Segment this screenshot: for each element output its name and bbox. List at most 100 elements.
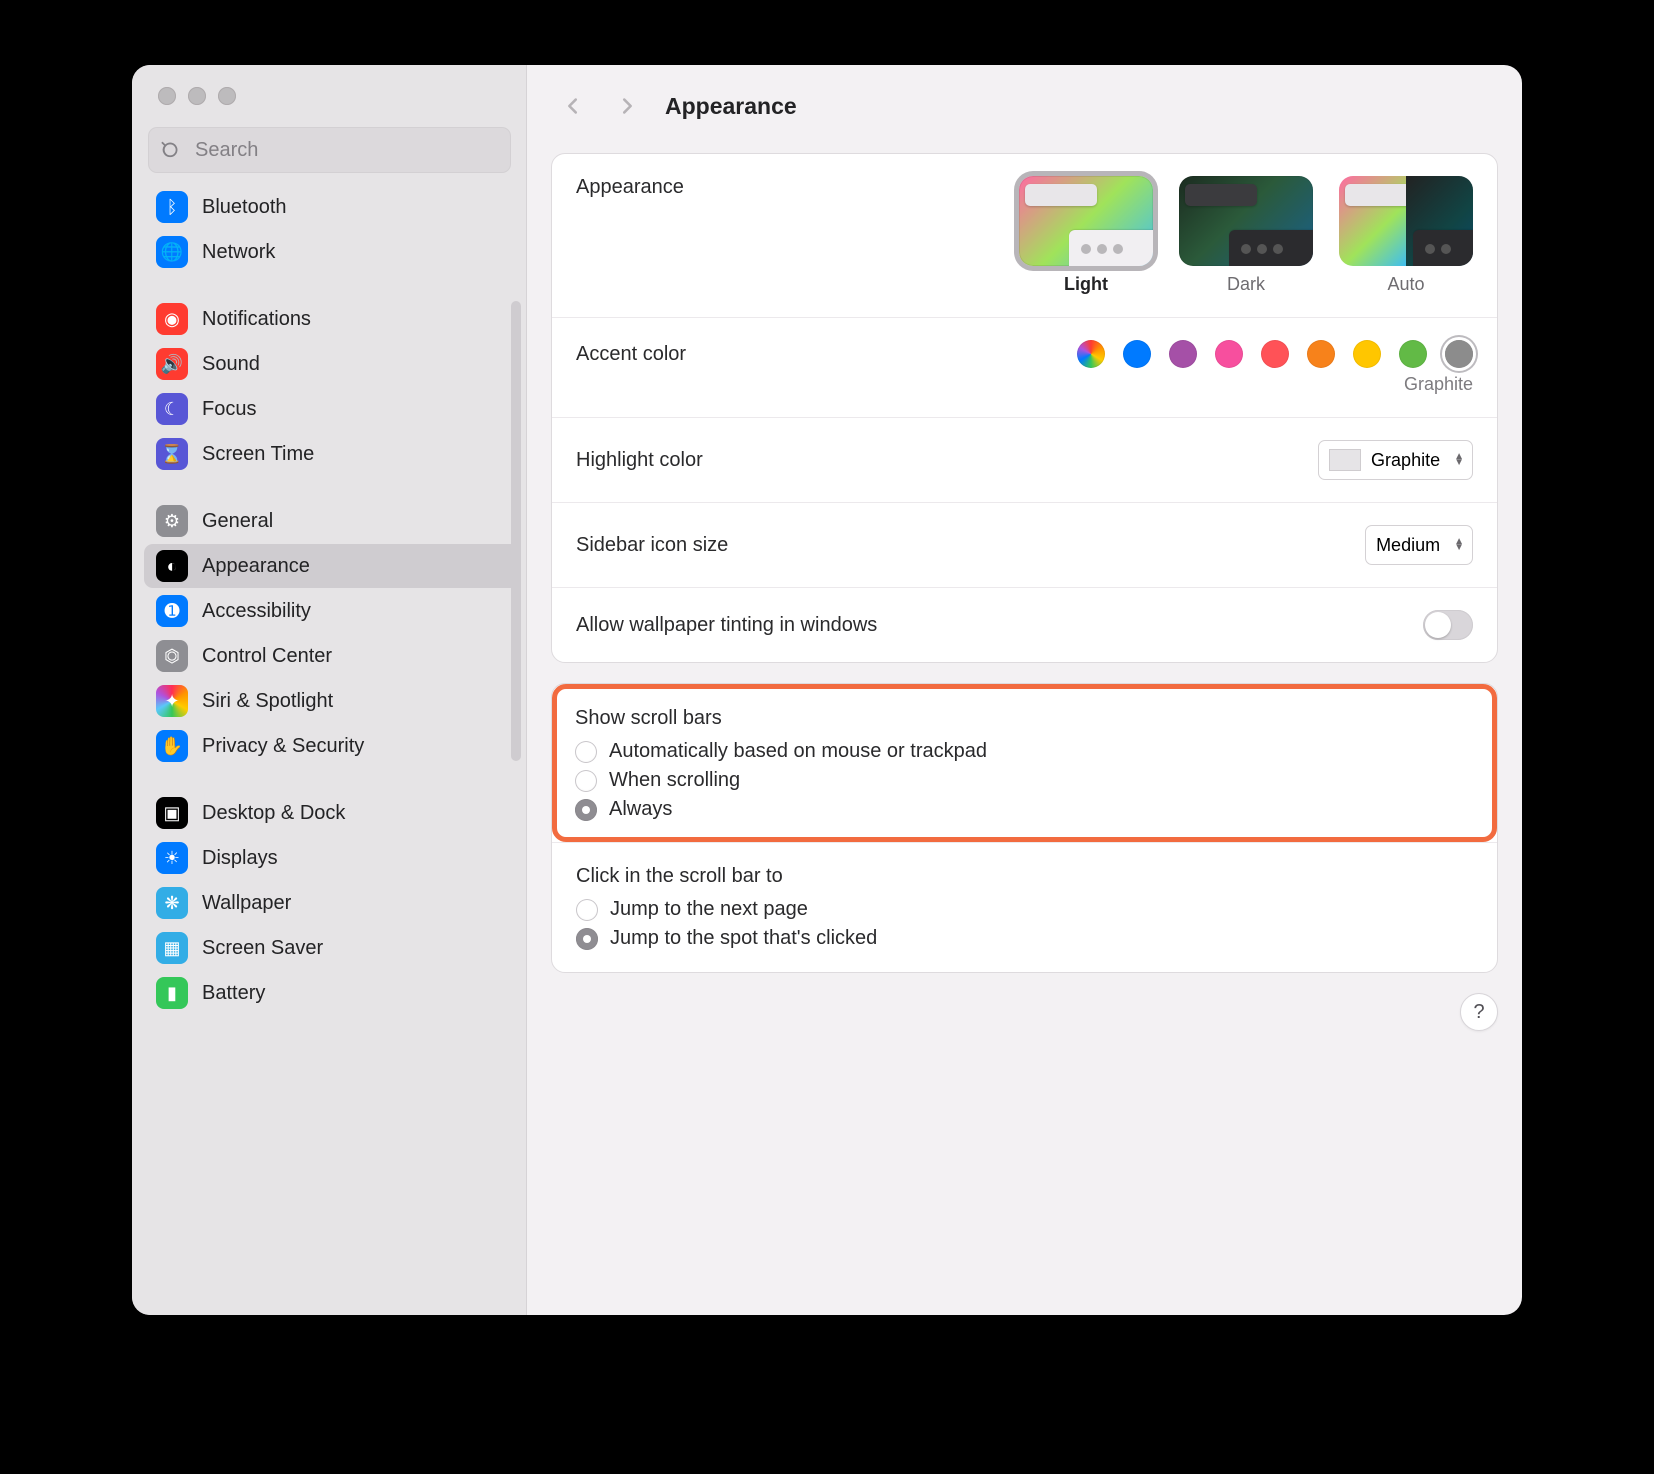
- appearance-card: Appearance LightDark Auto Accent color Gr…: [551, 153, 1498, 663]
- sidebar-item-label: Screen Saver: [202, 937, 323, 960]
- scroll-bars-option[interactable]: Always: [575, 798, 1474, 821]
- theme-option-light[interactable]: Light: [1019, 176, 1153, 295]
- accent-swatch[interactable]: [1077, 340, 1105, 368]
- help-button[interactable]: ?: [1460, 993, 1498, 1031]
- appearance-label: Appearance: [576, 176, 999, 199]
- chevron-left-icon: [562, 95, 584, 117]
- contrast-icon: ◐: [156, 550, 188, 582]
- accent-color-label: Accent color: [576, 343, 1077, 366]
- sidebar-item-appearance[interactable]: ◐Appearance: [144, 544, 519, 588]
- zoom-icon[interactable]: [218, 87, 236, 105]
- click-scroll-option[interactable]: Jump to the next page: [576, 898, 1473, 921]
- back-button[interactable]: [551, 86, 595, 126]
- theme-option-auto[interactable]: Auto: [1339, 176, 1473, 295]
- highlight-color-select[interactable]: Graphite ▲▼: [1318, 440, 1473, 480]
- theme-option-dark[interactable]: Dark: [1179, 176, 1313, 295]
- accessibility-icon: ➊: [156, 595, 188, 627]
- sidebar-item-network[interactable]: 🌐 Network: [144, 230, 519, 274]
- window-controls: [132, 65, 527, 105]
- switches-icon: ⏣: [156, 640, 188, 672]
- accent-swatch[interactable]: [1169, 340, 1197, 368]
- speaker-icon: 🔊: [156, 348, 188, 380]
- sidebar-item-screen-saver[interactable]: ▦ Screen Saver: [144, 926, 519, 970]
- sidebar-icon-size-select[interactable]: Medium ▲▼: [1365, 525, 1473, 565]
- chevron-updown-icon: ▲▼: [1450, 454, 1468, 466]
- settings-window: ᛒ Bluetooth 🌐 Network ◉ Notifications 🔊 Sound ☾F…: [132, 65, 1522, 1315]
- minimize-icon[interactable]: [188, 87, 206, 105]
- radio-label: When scrolling: [609, 769, 740, 792]
- sidebar-item-label: Network: [202, 241, 275, 264]
- sidebar-item-general[interactable]: ⚙ General: [144, 499, 519, 543]
- sidebar-item-label: Privacy & Security: [202, 735, 364, 758]
- gear-icon: ⚙: [156, 505, 188, 537]
- bell-icon: ◉: [156, 303, 188, 335]
- sidebar-item-privacy-security[interactable]: ✋Privacy & Security: [144, 724, 519, 768]
- close-icon[interactable]: [158, 87, 176, 105]
- radio-icon: [576, 899, 598, 921]
- accent-swatch[interactable]: [1215, 340, 1243, 368]
- sidebar-item-focus[interactable]: ☾Focus: [144, 387, 519, 431]
- sidebar-item-label: Screen Time: [202, 443, 314, 466]
- dock-icon: ▣: [156, 797, 188, 829]
- page-title: Appearance: [665, 93, 797, 120]
- chevron-updown-icon: ▲▼: [1450, 539, 1468, 551]
- sidebar-item-label: Displays: [202, 847, 278, 870]
- accent-swatch[interactable]: [1123, 340, 1151, 368]
- sidebar-item-control-center[interactable]: ⏣Control Center: [144, 634, 519, 678]
- sidebar-item-siri-spotlight[interactable]: ✦ Siri & Spotlight: [144, 679, 519, 723]
- radio-label: Jump to the spot that's clicked: [610, 927, 877, 950]
- highlighted-section: Show scroll bars Automatically based on …: [552, 684, 1497, 842]
- wallpaper-tint-switch[interactable]: [1423, 610, 1473, 640]
- wallpaper-tint-label: Allow wallpaper tinting in windows: [576, 614, 1403, 637]
- sidebar-item-label: Sound: [202, 353, 260, 376]
- sidebar-item-notifications[interactable]: ◉ Notifications: [144, 297, 519, 341]
- sidebar-icon-size-label: Sidebar icon size: [576, 534, 1345, 557]
- sidebar-item-wallpaper[interactable]: ❋Wallpaper: [144, 881, 519, 925]
- sidebar-item-label: Desktop & Dock: [202, 802, 345, 825]
- highlight-swatch-icon: [1329, 449, 1361, 471]
- network-icon: 🌐: [156, 236, 188, 268]
- sidebar-item-battery[interactable]: ▮Battery: [144, 971, 519, 1015]
- highlight-color-label: Highlight color: [576, 449, 1298, 472]
- flower-icon: ❋: [156, 887, 188, 919]
- sidebar-item-label: Bluetooth: [202, 196, 287, 219]
- search-field[interactable]: [148, 127, 511, 173]
- sidebar-scrollbar[interactable]: [511, 301, 521, 761]
- click-scroll-option[interactable]: Jump to the spot that's clicked: [576, 927, 1473, 950]
- screensaver-icon: ▦: [156, 932, 188, 964]
- sidebar-list: ᛒ Bluetooth 🌐 Network ◉ Notifications 🔊 Sound ☾F…: [132, 181, 527, 1245]
- sidebar-item-accessibility[interactable]: ➊Accessibility: [144, 589, 519, 633]
- radio-label: Jump to the next page: [610, 898, 808, 921]
- radio-icon: [575, 741, 597, 763]
- radio-label: Automatically based on mouse or trackpad: [609, 740, 987, 763]
- theme-label: Auto: [1387, 274, 1424, 295]
- sidebar-item-desktop-dock[interactable]: ▣ Desktop & Dock: [144, 791, 519, 835]
- highlight-color-value: Graphite: [1371, 450, 1440, 471]
- accent-swatch[interactable]: [1307, 340, 1335, 368]
- siri-icon: ✦: [156, 685, 188, 717]
- radio-label: Always: [609, 798, 672, 821]
- theme-thumb-icon: [1339, 176, 1473, 266]
- scroll-bars-option[interactable]: Automatically based on mouse or trackpad: [575, 740, 1474, 763]
- bluetooth-icon: ᛒ: [156, 191, 188, 223]
- sidebar-item-bluetooth[interactable]: ᛒ Bluetooth: [144, 185, 519, 229]
- accent-swatch[interactable]: [1261, 340, 1289, 368]
- search-input[interactable]: [193, 138, 498, 163]
- accent-swatch[interactable]: [1445, 340, 1473, 368]
- sidebar-item-displays[interactable]: ☀Displays: [144, 836, 519, 880]
- forward-button[interactable]: [605, 86, 649, 126]
- moon-icon: ☾: [156, 393, 188, 425]
- sidebar-item-label: General: [202, 510, 273, 533]
- accent-swatch[interactable]: [1399, 340, 1427, 368]
- titlebar: Appearance: [527, 65, 1522, 147]
- scroll-bars-option[interactable]: When scrolling: [575, 769, 1474, 792]
- sidebar-item-sound[interactable]: 🔊 Sound: [144, 342, 519, 386]
- accent-swatch[interactable]: [1353, 340, 1381, 368]
- chevron-right-icon: [616, 95, 638, 117]
- sidebar-item-label: Notifications: [202, 308, 311, 331]
- sidebar-icon-size-value: Medium: [1376, 535, 1440, 556]
- click-scroll-label: Click in the scroll bar to: [576, 865, 1473, 888]
- sidebar-item-screen-time[interactable]: ⌛Screen Time: [144, 432, 519, 476]
- content: Appearance Appearance LightDark Auto Acce…: [527, 65, 1522, 1315]
- sidebar-item-label: Siri & Spotlight: [202, 690, 333, 713]
